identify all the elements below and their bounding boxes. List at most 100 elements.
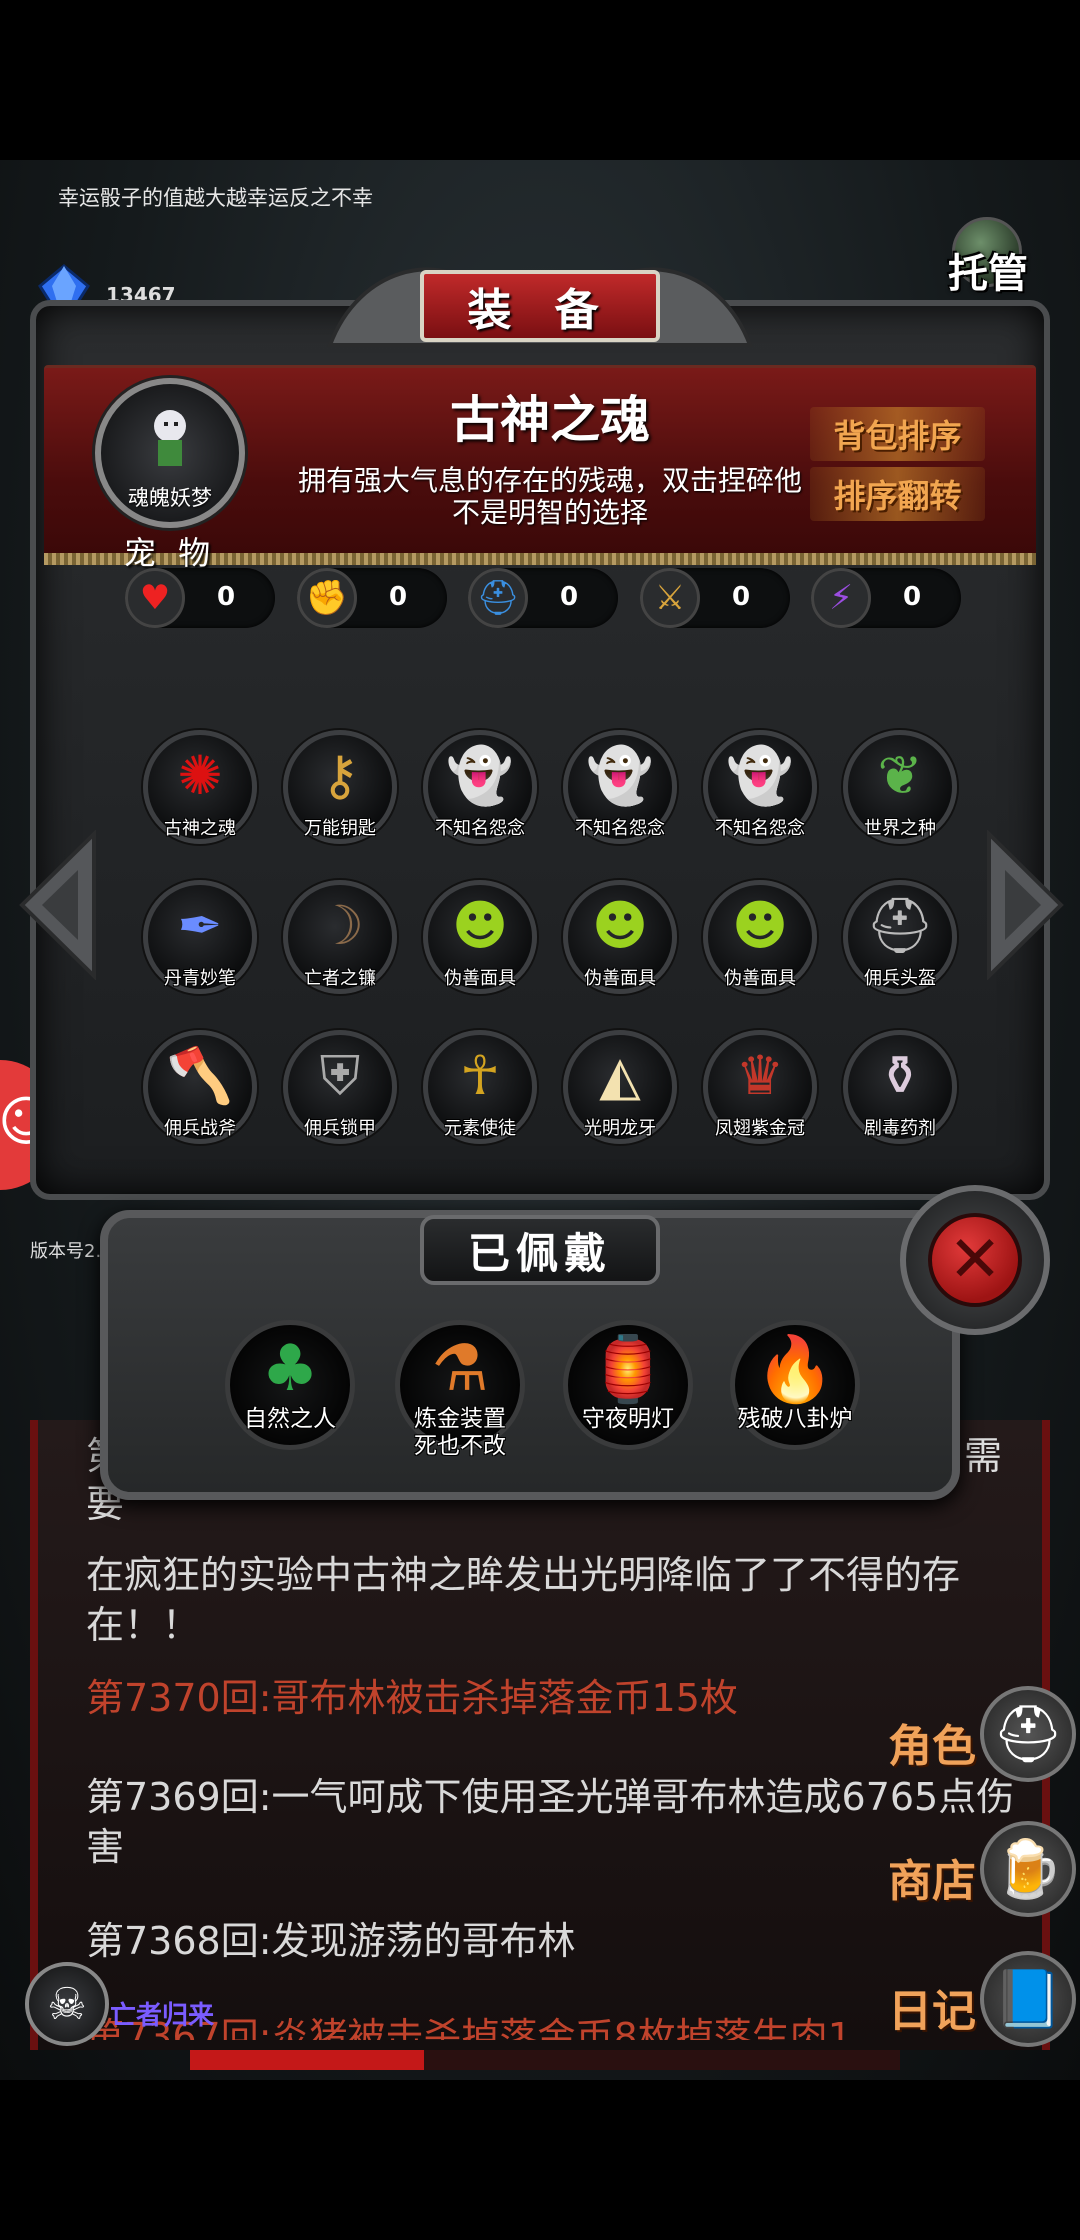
- worn-item-icon: ⚗: [431, 1332, 489, 1406]
- tip-text: 幸运骰子的值越大越幸运反之不幸: [58, 186, 373, 210]
- close-icon: ✕: [928, 1213, 1022, 1307]
- worn-item-label: 残破八卦炉: [737, 1406, 853, 1432]
- inventory-item[interactable]: ☻ 伪善面具: [700, 880, 820, 1000]
- item-icon: ☥: [459, 1044, 501, 1107]
- log-entry: 第7367回:炎猪被击杀掉落金币8枚掉落生肉1: [86, 2015, 852, 2040]
- item-label: 不知名怨念: [715, 818, 805, 839]
- inventory-item[interactable]: ✺ 古神之魂: [140, 730, 260, 850]
- log-entry: 第7370回:哥布林被击杀掉落金币15枚: [86, 1676, 738, 1720]
- panel-title-ribbon: 装 备: [420, 270, 660, 342]
- sword-icon: ⚔: [640, 568, 700, 628]
- item-icon: ✒: [177, 894, 223, 957]
- health-bar-fill: [190, 2050, 425, 2070]
- close-button[interactable]: ✕: [900, 1185, 1050, 1335]
- item-label: 伪善面具: [724, 968, 796, 989]
- log-entry: 第7368回:发现游荡的哥布林: [86, 1919, 576, 1963]
- inventory-item[interactable]: ✒ 丹青妙笔: [140, 880, 260, 1000]
- status-bar-area: [0, 0, 1080, 160]
- item-icon: ♛: [735, 1044, 785, 1107]
- stat-strength: ✊ 0: [297, 568, 447, 628]
- item-icon: ❦: [877, 744, 923, 807]
- item-label: 剧毒药剂: [864, 1118, 936, 1139]
- shop-button[interactable]: 商店 🍺: [880, 1815, 1080, 1925]
- next-page-arrow-icon[interactable]: [985, 830, 1065, 980]
- item-label: 不知名怨念: [575, 818, 665, 839]
- inventory-item[interactable]: ☻ 伪善面具: [560, 880, 680, 1000]
- worn-item[interactable]: 🏮 守夜明灯: [563, 1320, 693, 1450]
- inventory-item[interactable]: 👻 不知名怨念: [560, 730, 680, 850]
- item-label: 佣兵锁甲: [304, 1118, 376, 1139]
- item-label: 世界之种: [864, 818, 936, 839]
- strength-icon: ✊: [297, 568, 357, 628]
- selected-item-description: 拥有强大气息的存在的残魂，双击捏碎他 不是明智的选择: [297, 464, 802, 529]
- item-icon: ◭: [599, 1044, 641, 1107]
- inventory-item[interactable]: ⛑ 佣兵头盔: [840, 880, 960, 1000]
- knight-helmet-icon: ⛑: [980, 1686, 1076, 1782]
- worn-item-label: 炼金装置 死也不改: [414, 1406, 506, 1459]
- worn-item-label: 守夜明灯: [582, 1406, 674, 1432]
- worn-item-icon: 🔥: [755, 1333, 835, 1407]
- item-label: 亡者之镰: [304, 968, 376, 989]
- item-icon: ☻: [591, 894, 649, 957]
- auto-play-button[interactable]: 托管: [938, 215, 1038, 305]
- bag-sort-button[interactable]: 背包排序: [810, 407, 985, 461]
- item-label: 古神之魂: [164, 818, 236, 839]
- item-icon: ☻: [451, 894, 509, 957]
- item-label: 凤翅紫金冠: [715, 1118, 805, 1139]
- worn-item-icon: 🏮: [588, 1333, 668, 1407]
- sort-reverse-button[interactable]: 排序翻转: [810, 467, 985, 521]
- item-label: 光明龙牙: [584, 1118, 656, 1139]
- inventory-item[interactable]: ♛ 凤翅紫金冠: [700, 1030, 820, 1150]
- item-label: 佣兵头盔: [864, 968, 936, 989]
- item-label: 万能钥匙: [304, 818, 376, 839]
- inventory-item[interactable]: ⛨ 佣兵锁甲: [280, 1030, 400, 1150]
- worn-item[interactable]: 🔥 残破八卦炉: [730, 1320, 860, 1450]
- inventory-item[interactable]: ❦ 世界之种: [840, 730, 960, 850]
- item-icon: ✺: [177, 744, 223, 807]
- item-icon: 👻: [446, 744, 514, 807]
- inventory-item[interactable]: ⚱ 剧毒药剂: [840, 1030, 960, 1150]
- player-name: 亡者归来: [110, 2001, 215, 2031]
- stat-heart: ♥ 0: [125, 568, 275, 628]
- worn-title: 已佩戴: [467, 1228, 612, 1278]
- item-label: 丹青妙笔: [164, 968, 236, 989]
- item-label: 元素使徒: [444, 1118, 516, 1139]
- previous-page-arrow-icon[interactable]: [18, 830, 98, 980]
- panel-title: 装 备: [467, 285, 613, 336]
- inventory-item[interactable]: 🪓 佣兵战斧: [140, 1030, 260, 1150]
- pet-figure-icon: [154, 410, 186, 466]
- log-partial-text-right: 需: [964, 1434, 1003, 1478]
- stat-defense: ⛑ 0: [468, 568, 618, 628]
- log-entry: 第7369回:一气呵成下使用圣光弹哥布林造成6765点伤害: [86, 1775, 1015, 1869]
- heart-icon: ♥: [125, 568, 185, 628]
- beer-mug-icon: 🍺: [980, 1821, 1076, 1917]
- item-icon: 👻: [726, 744, 794, 807]
- worn-title-plate: 已佩戴: [420, 1215, 660, 1285]
- helmet-icon: ⛑: [468, 568, 528, 628]
- health-bar: [190, 2050, 900, 2070]
- pet-name: 魂魄妖梦: [128, 486, 212, 510]
- worn-item[interactable]: ♣ 自然之人: [225, 1320, 355, 1450]
- worn-item[interactable]: ⚗ 炼金装置 死也不改: [395, 1320, 525, 1459]
- item-icon: ⛨: [319, 1044, 361, 1107]
- inventory-item[interactable]: ☽ 亡者之镰: [280, 880, 400, 1000]
- worn-item-icon: ♣: [261, 1332, 319, 1406]
- item-label: 伪善面具: [444, 968, 516, 989]
- stat-magic: ⚡ 0: [811, 568, 961, 628]
- inventory-item[interactable]: ☻ 伪善面具: [420, 880, 540, 1000]
- lightning-icon: ⚡: [811, 568, 871, 628]
- item-label: 伪善面具: [584, 968, 656, 989]
- item-icon: ⛑: [865, 894, 935, 957]
- inventory-item[interactable]: ☥ 元素使徒: [420, 1030, 540, 1150]
- item-icon: ☻: [731, 894, 789, 957]
- selected-item-name: 古神之魂: [450, 391, 650, 449]
- inventory-item[interactable]: ⚷ 万能钥匙: [280, 730, 400, 850]
- player-avatar[interactable]: ☠: [25, 1962, 109, 2046]
- inventory-item[interactable]: 👻 不知名怨念: [420, 730, 540, 850]
- character-button[interactable]: 角色 ⛑: [880, 1680, 1080, 1790]
- inventory-item[interactable]: 👻 不知名怨念: [700, 730, 820, 850]
- inventory-item[interactable]: ◭ 光明龙牙: [560, 1030, 680, 1150]
- item-icon: ⚷: [320, 744, 360, 807]
- diary-button[interactable]: 日记 📘: [880, 1945, 1080, 2055]
- item-icon: 🪓: [166, 1044, 234, 1107]
